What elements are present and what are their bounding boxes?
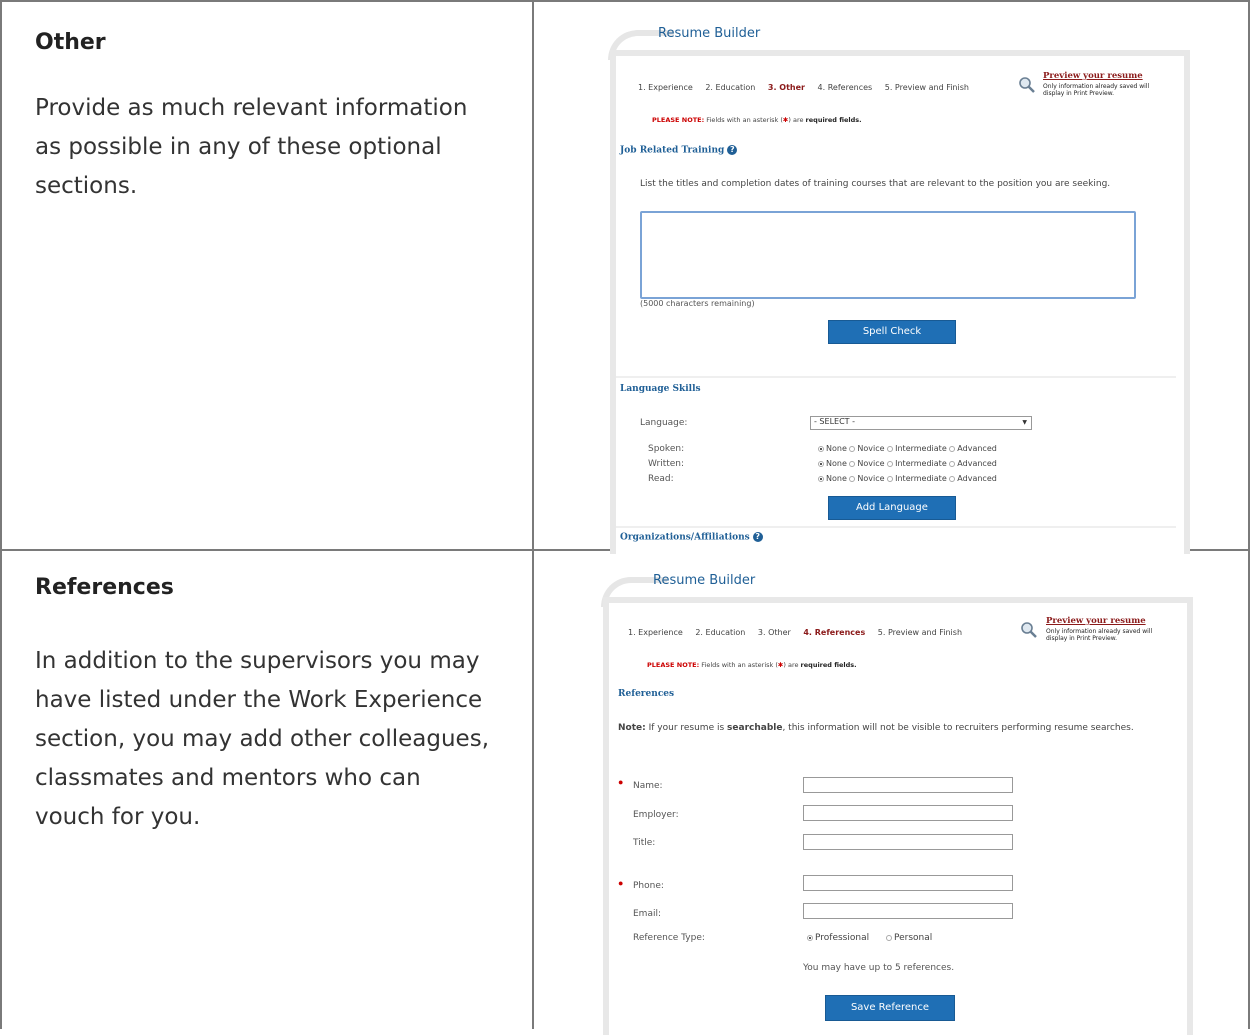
references-section-title: References	[618, 689, 675, 699]
email-label: Email:	[633, 909, 662, 919]
radio-none[interactable]	[818, 460, 824, 467]
save-reference-button[interactable]: Save Reference	[825, 995, 955, 1021]
radio-personal[interactable]	[885, 934, 892, 941]
resume-builder-title: Resume Builder	[658, 26, 761, 41]
magnifier-icon[interactable]	[1020, 621, 1038, 639]
organizations-title: Organizations/Affiliations?	[620, 532, 763, 543]
step-references[interactable]: 4. References	[803, 628, 865, 637]
step-preview-finish[interactable]: 5. Preview and Finish	[885, 83, 969, 92]
language-skills-title: Language Skills	[620, 384, 701, 394]
section-divider	[616, 376, 1176, 378]
step-other[interactable]: 3. Other	[758, 628, 791, 637]
language-label: Language:	[640, 418, 688, 428]
step-other[interactable]: 3. Other	[768, 83, 805, 92]
step-nav: 1. Experience 2. Education 3. Other 4. R…	[628, 628, 972, 637]
step-nav: 1. Experience 2. Education 3. Other 4. R…	[638, 83, 979, 92]
section-divider	[616, 526, 1176, 528]
read-label: Read:	[648, 474, 674, 484]
spoken-label: Spoken:	[648, 444, 685, 454]
table-border-left	[0, 0, 2, 1029]
radio-intermediate[interactable]	[887, 460, 894, 467]
step-experience[interactable]: 1. Experience	[628, 628, 683, 637]
spoken-levels: None Novice Intermediate Advanced	[818, 444, 997, 453]
title-field[interactable]	[803, 834, 1013, 850]
name-field[interactable]	[803, 777, 1013, 793]
job-training-title: Job Related Training?	[620, 145, 738, 156]
step-experience[interactable]: 1. Experience	[638, 83, 693, 92]
phone-field[interactable]	[803, 875, 1013, 891]
chars-remaining: (5000 characters remaining)	[640, 299, 755, 308]
table-border-top	[0, 0, 1250, 2]
radio-intermediate[interactable]	[887, 475, 894, 482]
radio-none[interactable]	[818, 445, 824, 452]
radio-advanced[interactable]	[949, 445, 956, 452]
other-heading: Other	[35, 30, 106, 55]
references-screenshot: Resume Builder 1. Experience 2. Educatio…	[595, 565, 1195, 1035]
preview-resume-link[interactable]: Preview your resume	[1043, 71, 1143, 81]
layout-grid: Other Provide as much relevant informati…	[0, 0, 1250, 1035]
reference-type-label: Reference Type:	[633, 933, 705, 943]
preview-note: Only information already saved will disp…	[1043, 83, 1150, 97]
references-note: Note: If your resume is searchable, this…	[618, 723, 1134, 733]
reference-limit-text: You may have up to 5 references.	[803, 963, 955, 973]
employer-field[interactable]	[803, 805, 1013, 821]
name-label: Name:	[633, 781, 663, 791]
help-icon[interactable]: ?	[752, 532, 763, 542]
step-education[interactable]: 2. Education	[705, 83, 755, 92]
step-references[interactable]: 4. References	[818, 83, 873, 92]
radio-none[interactable]	[818, 475, 824, 482]
dropdown-arrow-icon: ▼	[1022, 419, 1027, 426]
written-levels: None Novice Intermediate Advanced	[818, 459, 997, 468]
radio-advanced[interactable]	[949, 460, 956, 467]
references-body: In addition to the supervisors you may h…	[35, 648, 490, 830]
other-body: Provide as much relevant information as …	[35, 95, 468, 199]
training-textarea[interactable]	[640, 211, 1136, 299]
help-icon[interactable]: ?	[727, 145, 738, 155]
radio-novice[interactable]	[849, 475, 856, 482]
email-field[interactable]	[803, 903, 1013, 919]
training-description: List the titles and completion dates of …	[640, 179, 1111, 189]
phone-label: Phone:	[633, 881, 664, 891]
radio-novice[interactable]	[849, 445, 856, 452]
magnifier-icon[interactable]	[1018, 76, 1036, 94]
required-marker: ●	[618, 777, 624, 787]
radio-advanced[interactable]	[949, 475, 956, 482]
read-levels: None Novice Intermediate Advanced	[818, 474, 997, 483]
required-fields-note: PLEASE NOTE: Fields with an asterisk (✱)…	[647, 661, 857, 669]
resume-builder-title: Resume Builder	[653, 573, 756, 588]
references-heading: References	[35, 575, 174, 600]
step-education[interactable]: 2. Education	[695, 628, 745, 637]
employer-label: Employer:	[633, 810, 679, 820]
table-border-middle	[532, 0, 534, 1029]
required-fields-note: PLEASE NOTE: Fields with an asterisk (✱)…	[652, 116, 862, 124]
other-screenshot: Resume Builder 1. Experience 2. Educatio…	[600, 20, 1190, 554]
other-description-cell: Other Provide as much relevant informati…	[35, 30, 495, 206]
required-marker: ●	[618, 878, 624, 888]
spell-check-button[interactable]: Spell Check	[828, 320, 956, 344]
references-description-cell: References In addition to the supervisor…	[35, 575, 495, 837]
radio-intermediate[interactable]	[887, 445, 894, 452]
radio-professional[interactable]	[807, 934, 813, 941]
preview-resume-link[interactable]: Preview your resume	[1046, 616, 1146, 626]
language-select[interactable]: - SELECT - ▼	[810, 416, 1032, 430]
add-language-button[interactable]: Add Language	[828, 496, 956, 520]
written-label: Written:	[648, 459, 685, 469]
radio-novice[interactable]	[849, 460, 856, 467]
reference-type-options: Professional Personal	[807, 933, 932, 943]
preview-note: Only information already saved will disp…	[1046, 628, 1153, 642]
title-label: Title:	[633, 838, 656, 848]
step-preview-finish[interactable]: 5. Preview and Finish	[878, 628, 962, 637]
